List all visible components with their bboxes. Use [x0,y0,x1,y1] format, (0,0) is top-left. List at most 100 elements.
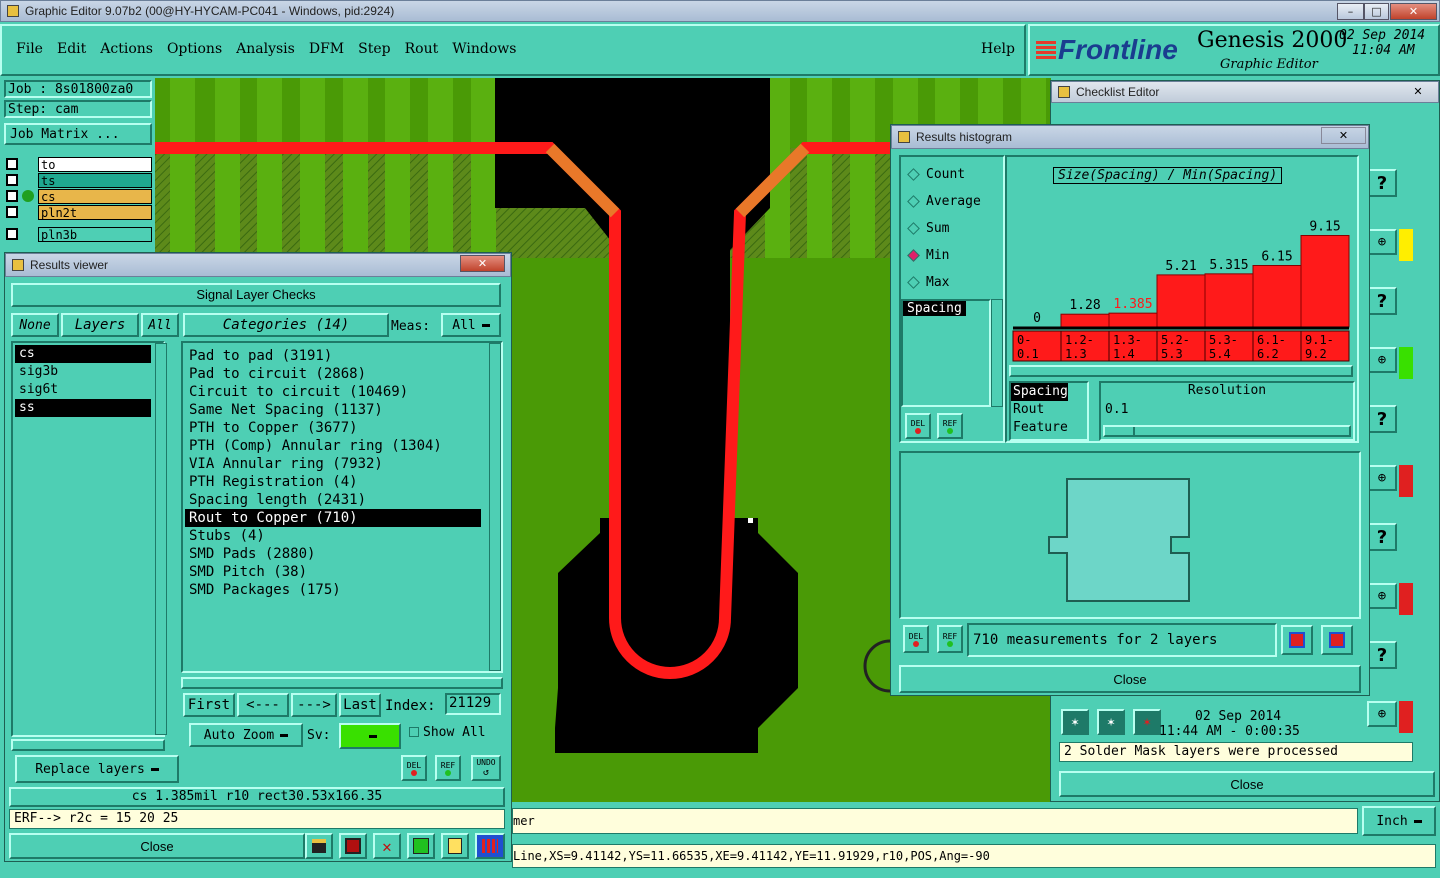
menu-step[interactable]: Step [358,41,390,57]
rv-category-item[interactable]: Pad to circuit (2868) [185,365,481,383]
resolution-slider-thumb[interactable] [1107,427,1135,435]
rv-category-item[interactable]: Circuit to circuit (10469) [185,383,481,401]
tool-icon-3[interactable]: ✕ [373,833,401,859]
histogram-bar[interactable] [1300,235,1350,328]
checklist-help-button[interactable]: ? [1367,641,1397,669]
layer-hscroll[interactable] [11,739,165,751]
histogram-close-button[interactable]: Close [899,665,1361,693]
rv-category-item[interactable]: Pad to pad (3191) [185,347,481,365]
rv-category-item[interactable]: PTH Registration (4) [185,473,481,491]
rv-layer-item[interactable]: sig6t [15,381,151,399]
import-icon-button[interactable] [1321,625,1353,655]
menu-rout[interactable]: Rout [405,41,439,57]
rv-layer-item[interactable]: cs [15,345,151,363]
layer-row-pln3b[interactable]: pln3b [4,226,152,242]
categories-button[interactable]: Categories (14) [183,313,389,337]
radio-diamond-icon[interactable] [907,195,920,208]
menu-options[interactable]: Options [167,41,222,57]
checklist-help-button[interactable]: ? [1367,405,1397,433]
tool-icon-6[interactable] [475,833,505,859]
menu-windows[interactable]: Windows [452,41,516,57]
job-matrix-button[interactable]: Job Matrix ... [4,123,152,145]
radio-diamond-icon[interactable] [907,276,920,289]
maximize-button[interactable]: □ [1364,3,1389,20]
radio-diamond-icon[interactable] [907,168,920,181]
spacing-list-item[interactable]: Spacing [903,301,966,316]
preview-del-button[interactable]: DEL [903,625,929,653]
none-button[interactable]: None [11,313,59,337]
tool-icon-1[interactable] [305,833,333,859]
spacing-list-scrollbar[interactable] [991,299,1003,407]
histogram-bar[interactable] [1204,273,1254,328]
res-item[interactable]: Rout [1011,401,1087,419]
checklist-zoom-button[interactable]: ⊕ [1367,229,1397,255]
layer-checkbox[interactable] [6,206,18,218]
ref-button[interactable]: REF [435,755,461,781]
results-viewer-close-x[interactable]: ✕ [460,255,505,272]
run-icon-2[interactable]: ✶ [1097,709,1125,735]
res-item[interactable]: Spacing [1011,383,1068,401]
resolution-slider[interactable] [1103,425,1351,437]
histogram-bar[interactable] [1108,312,1158,328]
hist-ref-button[interactable]: REF [937,413,963,439]
rv-layer-item[interactable]: sig3b [15,363,151,381]
checklist-help-button[interactable]: ? [1367,169,1397,197]
res-item[interactable]: Feature [1011,419,1087,437]
layer-list-scrollbar[interactable] [155,343,167,735]
layer-row-cs[interactable]: cs [4,188,152,204]
menu-help[interactable]: Help [981,41,1015,57]
sv-color-dropdown[interactable] [339,723,401,749]
auto-zoom-dropdown[interactable]: Auto Zoom [189,723,303,747]
hist-option-count[interactable]: Count [905,161,1001,188]
histogram-close-x[interactable]: ✕ [1321,127,1366,144]
undo-button[interactable]: UNDO ↺ [471,755,501,781]
checklist-help-button[interactable]: ? [1367,523,1397,551]
layer-checkbox[interactable] [6,174,18,186]
preview-ref-button[interactable]: REF [937,625,963,653]
first-button[interactable]: First [183,693,235,717]
menu-file[interactable]: File [16,41,43,57]
results-viewer-titlebar[interactable]: Results viewer [5,253,511,277]
menu-edit[interactable]: Edit [57,41,86,57]
prev-button[interactable]: <--- [237,693,289,717]
histogram-bar[interactable] [1156,274,1206,328]
menu-dfm[interactable]: DFM [309,41,344,57]
category-list-scrollbar[interactable] [489,343,501,671]
checklist-close-x[interactable]: ✕ [1399,83,1437,100]
rv-layer-item[interactable]: ss [15,399,151,417]
unit-dropdown[interactable]: Inch [1362,806,1436,836]
rv-category-item[interactable]: SMD Pitch (38) [185,563,481,581]
rv-category-item[interactable]: PTH to Copper (3677) [185,419,481,437]
run-icon-3[interactable]: ✶ [1133,709,1161,735]
rv-category-item[interactable]: SMD Pads (2880) [185,545,481,563]
rv-category-item[interactable]: VIA Annular ring (7932) [185,455,481,473]
hist-option-max[interactable]: Max [905,269,1001,296]
histogram-bar[interactable] [1252,265,1302,328]
histogram-titlebar[interactable]: Results histogram [891,125,1369,149]
results-viewer-close-button[interactable]: Close [9,833,305,859]
tool-icon-2[interactable] [339,833,367,859]
hist-option-average[interactable]: Average [905,188,1001,215]
layer-row-ts[interactable]: ts [4,172,152,188]
del-button[interactable]: DEL [401,755,427,781]
menu-analysis[interactable]: Analysis [236,41,295,57]
category-hscroll[interactable] [181,677,503,689]
menu-actions[interactable]: Actions [100,41,153,57]
run-icon-1[interactable]: ✶ [1061,709,1089,735]
layer-checkbox[interactable] [6,190,18,202]
minimize-button[interactable]: – [1337,3,1364,20]
histogram-bar[interactable] [1060,313,1110,328]
rv-category-item[interactable]: Rout to Copper (710) [185,509,481,527]
radio-diamond-icon[interactable] [907,222,920,235]
meas-dropdown[interactable]: All [441,313,501,337]
rv-category-item[interactable]: Same Net Spacing (1137) [185,401,481,419]
rv-category-item[interactable]: PTH (Comp) Annular ring (1304) [185,437,481,455]
checklist-help-button[interactable]: ? [1367,287,1397,315]
layer-checkbox[interactable] [6,158,18,170]
tool-icon-4[interactable] [407,833,435,859]
checklist-zoom-button[interactable]: ⊕ [1367,583,1397,609]
checklist-titlebar[interactable]: Checklist Editor [1051,81,1439,103]
all-button[interactable]: All [141,313,179,337]
radio-diamond-icon[interactable] [907,249,920,262]
hist-del-button[interactable]: DEL [905,413,931,439]
